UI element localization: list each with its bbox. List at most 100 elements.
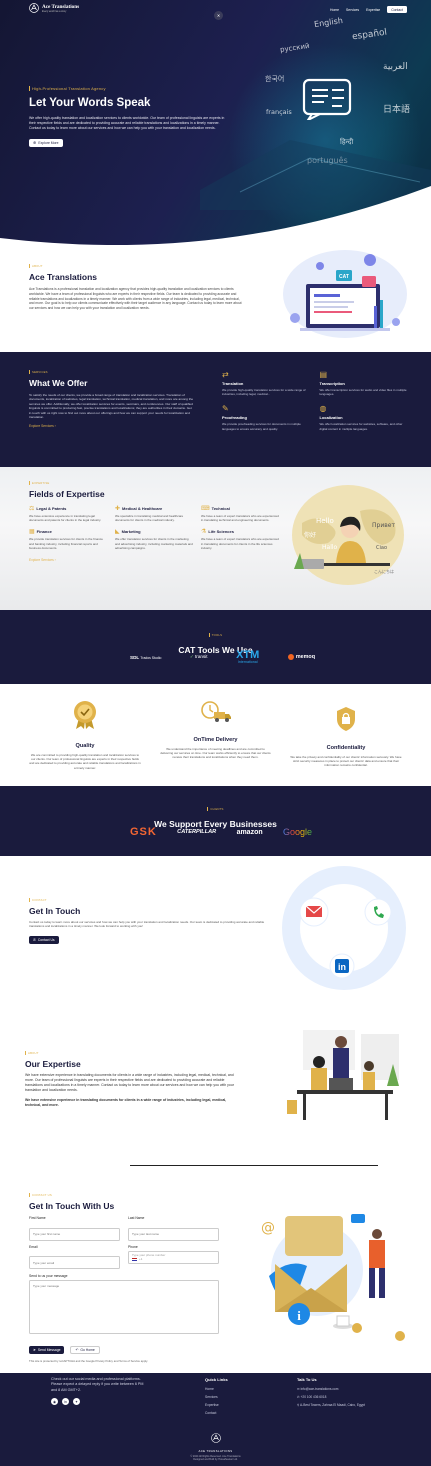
about-kicker: ABOUT bbox=[29, 264, 244, 268]
shield-lock-icon bbox=[337, 707, 355, 731]
tools-logos: SDL Trados Studio ✓ transit XTM Internati… bbox=[130, 649, 315, 665]
flask-icon: ⚗ bbox=[201, 529, 207, 536]
footer-phone-text: +20 100 436 6018 bbox=[300, 1395, 327, 1399]
footer-bottom: ACE TRANSLATIONS © 2024 All Rights Reser… bbox=[0, 1430, 431, 1461]
linkedin-icon[interactable]: in bbox=[62, 1398, 69, 1406]
memoq-logo: memoq bbox=[287, 654, 315, 660]
service-title: Localization bbox=[319, 415, 343, 421]
send-message-button[interactable]: ➤ Send Message bbox=[29, 1346, 65, 1354]
hero-lang-word: العربية bbox=[383, 62, 408, 72]
footer-link-contact[interactable]: Contact bbox=[205, 1409, 228, 1417]
offer-intro: SERVICES What We Offer To satisfy the ne… bbox=[29, 370, 194, 428]
footer-link-home[interactable]: Home bbox=[205, 1385, 228, 1393]
phone-code: +1 bbox=[139, 1257, 143, 1261]
about-section: ABOUT Ace Translations Ace Translations … bbox=[29, 264, 244, 311]
nav-contact-button[interactable]: Contact bbox=[387, 6, 407, 13]
field-card: ▦ Finance We provide translation services … bbox=[29, 528, 107, 550]
offer-explore-label: Explore Services bbox=[29, 424, 54, 429]
client-logos: GSK CATERPILLAR amazon Google bbox=[130, 826, 312, 838]
explore-more-button[interactable]: ⊕ Explore More bbox=[29, 138, 63, 147]
us-flag-icon bbox=[132, 1257, 137, 1261]
twitter-icon[interactable]: ✦ bbox=[73, 1398, 80, 1406]
hero-lang-word: 日本語 bbox=[383, 105, 411, 115]
ace-logo-icon bbox=[29, 3, 39, 13]
about-illustration: CAT bbox=[283, 250, 407, 338]
tool-logo-main: memoq bbox=[295, 654, 315, 660]
go-home-button[interactable]: ↶ Go Home bbox=[70, 1346, 100, 1354]
footer-email[interactable]: ✉ info@ace-translations.com bbox=[297, 1385, 417, 1393]
quick-links-title: Quick Links bbox=[205, 1377, 228, 1382]
field-text: We provide translation services for clie… bbox=[29, 537, 103, 550]
twitter-icon bbox=[395, 1331, 405, 1341]
field-title: Finance bbox=[36, 529, 52, 535]
brand-logo[interactable]: Ace Translations Every word has a story bbox=[29, 3, 79, 13]
quality-badge-icon bbox=[74, 701, 96, 729]
field-text: We specialize in translating medical and… bbox=[115, 514, 184, 523]
contact-form: CONTACT US Get In Touch With Us First Na… bbox=[29, 1193, 219, 1363]
tools-kicker: TOOLS bbox=[208, 633, 222, 637]
touch-title: Get In Touch bbox=[29, 906, 81, 916]
value-title: OnTime Delivery bbox=[193, 737, 238, 743]
nav-link-services[interactable]: Services bbox=[346, 8, 359, 12]
expertise-explore-link[interactable]: Explore Services › bbox=[29, 558, 279, 562]
social-icons: ◉ in ✦ bbox=[51, 1398, 146, 1406]
field-text: We have a team of expert translators who… bbox=[201, 514, 279, 523]
our-expertise-section: ABOUT Our Expertise We have extensive ex… bbox=[25, 1051, 235, 1108]
field-title: Legal & Patents bbox=[36, 506, 67, 511]
caterpillar-logo: CATERPILLAR bbox=[177, 829, 217, 835]
amazon-logo: amazon bbox=[236, 828, 263, 836]
gsk-logo: GSK bbox=[130, 826, 157, 838]
google-logo: Google bbox=[282, 827, 312, 837]
service-card-proofreading: ✎ Proofreading We provide proofreading s… bbox=[222, 404, 310, 430]
email-input[interactable] bbox=[29, 1256, 120, 1269]
our-expertise-kicker: ABOUT bbox=[25, 1051, 235, 1055]
message-textarea[interactable] bbox=[29, 1280, 219, 1334]
phone-icon: ✆ bbox=[33, 938, 36, 943]
tool-logo-sub: Trados Studio bbox=[140, 655, 162, 660]
explore-more-label: Explore More bbox=[38, 140, 59, 145]
brand-name: Ace Translations bbox=[42, 3, 80, 10]
delivery-truck-icon bbox=[200, 701, 231, 722]
value-text: We take the privacy and confidentiality … bbox=[290, 755, 402, 768]
svg-text:in: in bbox=[338, 962, 346, 972]
expertise-title: Fields of Expertise bbox=[29, 489, 105, 499]
footer-address-text: A-Best Towers, Zahraa El Maadi, Cairo, E… bbox=[300, 1403, 366, 1407]
contact-us-button[interactable]: ✆ Contact Us bbox=[29, 936, 59, 945]
expertise-explore-label: Explore Services bbox=[29, 558, 54, 563]
values-row: Quality We are committed to providing hi… bbox=[29, 700, 402, 770]
document-icon: ▤ bbox=[319, 370, 328, 379]
contact-illustration: in bbox=[282, 866, 406, 990]
instagram-icon[interactable]: ◉ bbox=[51, 1398, 58, 1406]
touch-kicker: CONTACT bbox=[29, 898, 274, 902]
footer-link-expertise[interactable]: Expertise bbox=[205, 1401, 228, 1409]
clients-kicker: CLIENTS bbox=[207, 807, 223, 811]
last-name-input[interactable] bbox=[128, 1227, 219, 1241]
hero-title: Let Your Words Speak bbox=[29, 97, 151, 109]
nav-link-expertise[interactable]: Expertise bbox=[366, 8, 380, 12]
footer-address: ⚲ A-Best Towers, Zahraa El Maadi, Cairo,… bbox=[297, 1401, 417, 1409]
first-name-input[interactable] bbox=[29, 1227, 120, 1241]
value-text: We understand the importance of meeting … bbox=[160, 747, 271, 760]
hero-body: We offer high-quality translation and lo… bbox=[29, 116, 225, 130]
footer-link-services[interactable]: Services bbox=[205, 1393, 228, 1401]
footer-phone[interactable]: ✆ +20 100 436 6018 bbox=[297, 1393, 417, 1401]
close-icon[interactable]: ✕ bbox=[214, 11, 223, 20]
field-card: ◣ Marketing We offer translation services … bbox=[115, 528, 193, 550]
offer-explore-link[interactable]: Explore Services › bbox=[29, 424, 194, 428]
at-sign-icon: @ bbox=[261, 1220, 275, 1236]
hero-wave bbox=[0, 186, 431, 245]
service-title: Proofreading bbox=[222, 415, 247, 421]
field-card: ⌨ Technical We have a team of expert trans… bbox=[201, 505, 279, 522]
value-title: Confidentiality bbox=[326, 745, 366, 751]
transit-logo: ✓ transit bbox=[190, 654, 208, 660]
speech-word: こんにちは bbox=[374, 568, 394, 574]
phone-input[interactable]: Type your phone number +1 bbox=[128, 1250, 219, 1264]
nav-link-home[interactable]: Home bbox=[330, 8, 339, 12]
proofreading-icon: ✎ bbox=[222, 404, 229, 414]
country-code-select[interactable]: +1 bbox=[132, 1257, 215, 1261]
footer-about-text: Check out our social media and professio… bbox=[51, 1377, 144, 1392]
phone-label: Phone bbox=[128, 1244, 138, 1249]
hero-lang-word: English bbox=[313, 16, 344, 29]
service-text: We provide high-quality translation serv… bbox=[222, 388, 306, 397]
tool-logo-main: XTM bbox=[236, 649, 260, 661]
